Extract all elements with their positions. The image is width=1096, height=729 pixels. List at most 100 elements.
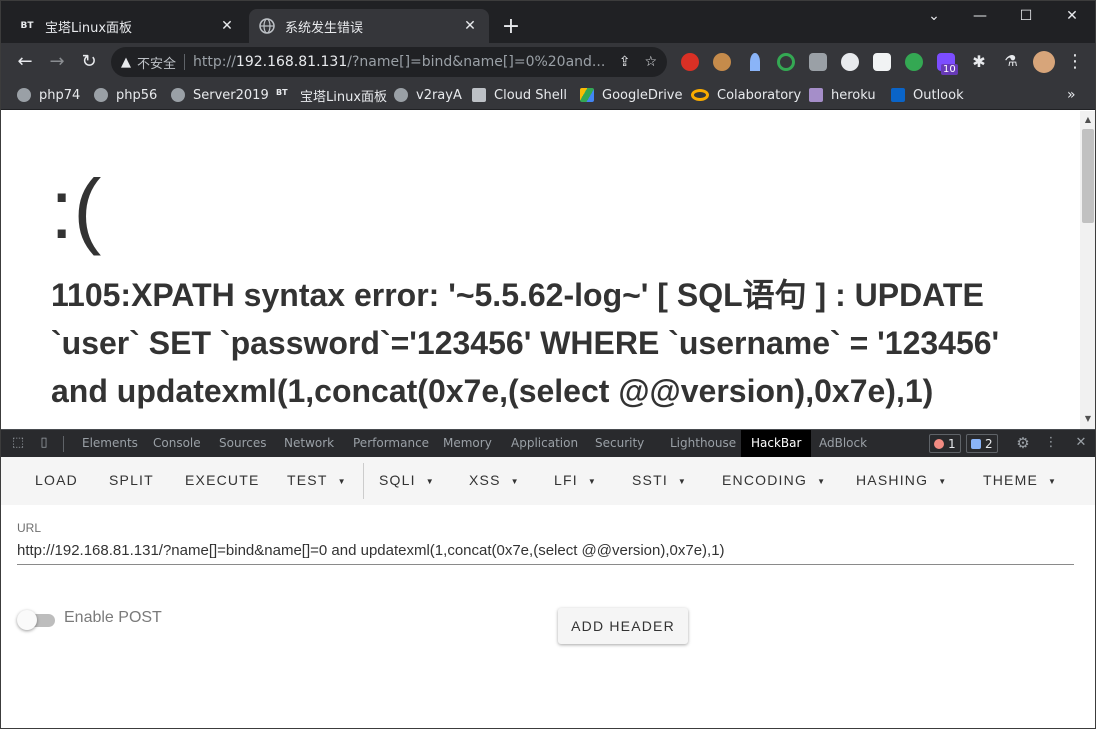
bookmark-php56[interactable]: php56 <box>94 86 157 104</box>
devtools-tab-hackbar[interactable]: HackBar <box>741 430 812 457</box>
extension-location-icon[interactable] <box>750 53 760 71</box>
devtools-tab-application[interactable]: Application <box>511 430 578 457</box>
bookmark-php74[interactable]: php74 <box>17 86 80 104</box>
devtools-tab-security[interactable]: Security <box>595 430 644 457</box>
devtools-tab-memory[interactable]: Memory <box>443 430 492 457</box>
divider <box>63 436 64 452</box>
puzzle-icon[interactable]: ✱ <box>967 49 991 73</box>
page-content: :( 1105:XPATH syntax error: '~5.5.62-log… <box>2 111 1080 429</box>
tab-bt-panel[interactable]: BT 宝塔Linux面板 ✕ <box>9 9 246 43</box>
drive-icon <box>580 88 594 102</box>
extension-cookie-icon[interactable] <box>713 53 731 71</box>
device-toolbar-icon[interactable]: ▯ <box>36 435 52 451</box>
encoding-menu[interactable]: ENCODING ▼ <box>722 472 826 490</box>
maximize-button[interactable]: ☐ <box>1003 1 1049 31</box>
bookmark-server2019[interactable]: Server2019 <box>171 86 269 104</box>
caret-down-icon: ▼ <box>677 476 688 486</box>
devtools-tab-elements[interactable]: Elements <box>82 430 138 457</box>
execute-button[interactable]: EXECUTE <box>185 472 260 490</box>
tab-strip: BT 宝塔Linux面板 ✕ 系统发生错误 ✕ + ⌄ — ☐ ✕ <box>1 1 1095 43</box>
bookmark-heroku[interactable]: heroku <box>809 86 876 104</box>
terminal-icon <box>472 88 486 102</box>
extension-page-icon[interactable] <box>873 53 891 71</box>
url-input[interactable] <box>17 537 1074 565</box>
sqli-menu[interactable]: SQLI ▼ <box>379 472 435 490</box>
warning-icon: ▲ <box>121 54 131 70</box>
gear-icon[interactable]: ⚙ <box>1015 435 1031 451</box>
bookmark-bt-panel[interactable]: BT 宝塔Linux面板 <box>276 86 387 105</box>
minimize-button[interactable]: — <box>957 1 1003 31</box>
scrollbar-thumb[interactable] <box>1082 129 1094 223</box>
devtools-tab-sources[interactable]: Sources <box>219 430 266 457</box>
theme-menu[interactable]: THEME ▼ <box>983 472 1057 490</box>
devtools-tab-console[interactable]: Console <box>153 430 201 457</box>
tab-title: 宝塔Linux面板 <box>45 20 133 36</box>
more-bookmarks-icon[interactable]: » <box>1067 86 1076 104</box>
page-scrollbar[interactable]: ▲ ▼ <box>1080 111 1095 429</box>
security-label: 不安全 <box>137 56 177 72</box>
inspect-element-icon[interactable]: ⬚ <box>10 435 26 451</box>
caret-down-icon: ▼ <box>587 476 597 486</box>
share-icon[interactable]: ⇪ <box>619 54 631 70</box>
lfi-menu[interactable]: LFI ▼ <box>554 472 597 490</box>
enable-post-toggle[interactable] <box>17 610 57 630</box>
devtools-tab-network[interactable]: Network <box>284 430 334 457</box>
error-message: 1105:XPATH syntax error: '~5.5.62-log~' … <box>51 277 1000 409</box>
bookmark-v2raya[interactable]: v2rayA <box>394 86 462 104</box>
test-menu[interactable]: TEST ▼ <box>287 472 347 490</box>
toggle-knob <box>17 610 37 630</box>
bookmark-cloud-shell[interactable]: Cloud Shell <box>472 86 567 104</box>
bookmark-google-drive[interactable]: GoogleDrive <box>580 86 683 104</box>
close-icon[interactable]: ✕ <box>461 17 479 35</box>
globe-icon <box>171 88 185 102</box>
caret-down-icon: ▼ <box>817 476 827 486</box>
back-icon[interactable]: ← <box>13 49 37 73</box>
new-tab-button[interactable]: + <box>499 15 523 39</box>
menu-dots-icon[interactable]: ⋮ <box>1063 49 1087 73</box>
xss-menu[interactable]: XSS ▼ <box>469 472 520 490</box>
enable-post-label: Enable POST <box>64 609 162 626</box>
extension-proxy-icon[interactable] <box>809 53 827 71</box>
scroll-up-icon[interactable]: ▲ <box>1083 115 1093 124</box>
message-count-badge[interactable]: 2 <box>966 434 998 453</box>
reload-icon[interactable]: ↻ <box>77 49 101 73</box>
bookmark-colaboratory[interactable]: Colaboratory <box>691 86 801 104</box>
caret-down-icon: ▼ <box>938 476 948 486</box>
more-options-icon[interactable]: ⋮ <box>1043 435 1059 451</box>
devtools-tab-lighthouse[interactable]: Lighthouse <box>670 430 736 457</box>
extension-adblock-icon[interactable] <box>681 53 699 71</box>
split-button[interactable]: SPLIT <box>109 472 154 490</box>
scroll-down-icon[interactable]: ▼ <box>1083 414 1093 423</box>
forward-icon[interactable]: → <box>45 49 69 73</box>
devtools-tab-adblock[interactable]: AdBlock <box>819 430 867 457</box>
flask-icon[interactable]: ⚗ <box>999 49 1023 73</box>
devtools-tab-performance[interactable]: Performance <box>353 430 429 457</box>
error-icon <box>934 438 944 449</box>
add-header-button[interactable]: ADD HEADER <box>558 608 688 644</box>
extension-circle-icon[interactable] <box>777 53 795 71</box>
close-devtools-icon[interactable]: ✕ <box>1073 435 1089 451</box>
caret-down-icon: ▼ <box>425 476 435 486</box>
url-text[interactable]: http://192.168.81.131/?name[]=bind&name[… <box>193 54 605 70</box>
bt-icon: BT <box>276 88 288 97</box>
address-bar[interactable]: ▲ 不安全 http://192.168.81.131/?name[]=bind… <box>111 47 667 77</box>
ssti-menu[interactable]: SSTI ▼ <box>632 472 687 490</box>
extension-cloud-icon[interactable] <box>841 53 859 71</box>
colab-icon <box>691 89 709 101</box>
browser-toolbar: ← → ↻ ▲ 不安全 http://192.168.81.131/?name[… <box>1 43 1095 80</box>
extension-gear-icon[interactable] <box>905 53 923 71</box>
caret-down-icon: ▼ <box>337 476 347 486</box>
close-icon[interactable]: ✕ <box>218 17 236 35</box>
profile-avatar[interactable] <box>1033 51 1055 73</box>
tab-system-error[interactable]: 系统发生错误 ✕ <box>249 9 489 43</box>
tab-search-icon[interactable]: ⌄ <box>911 1 957 31</box>
url-label: URL <box>17 521 42 535</box>
load-button[interactable]: LOAD <box>35 472 78 490</box>
error-count-badge[interactable]: 1 <box>929 434 961 453</box>
star-icon[interactable]: ☆ <box>644 54 657 70</box>
bookmark-outlook[interactable]: Outlook <box>891 86 964 104</box>
close-window-button[interactable]: ✕ <box>1049 1 1095 31</box>
caret-down-icon: ▼ <box>1048 476 1058 486</box>
hashing-menu[interactable]: HASHING ▼ <box>856 472 947 490</box>
globe-icon <box>259 18 275 34</box>
